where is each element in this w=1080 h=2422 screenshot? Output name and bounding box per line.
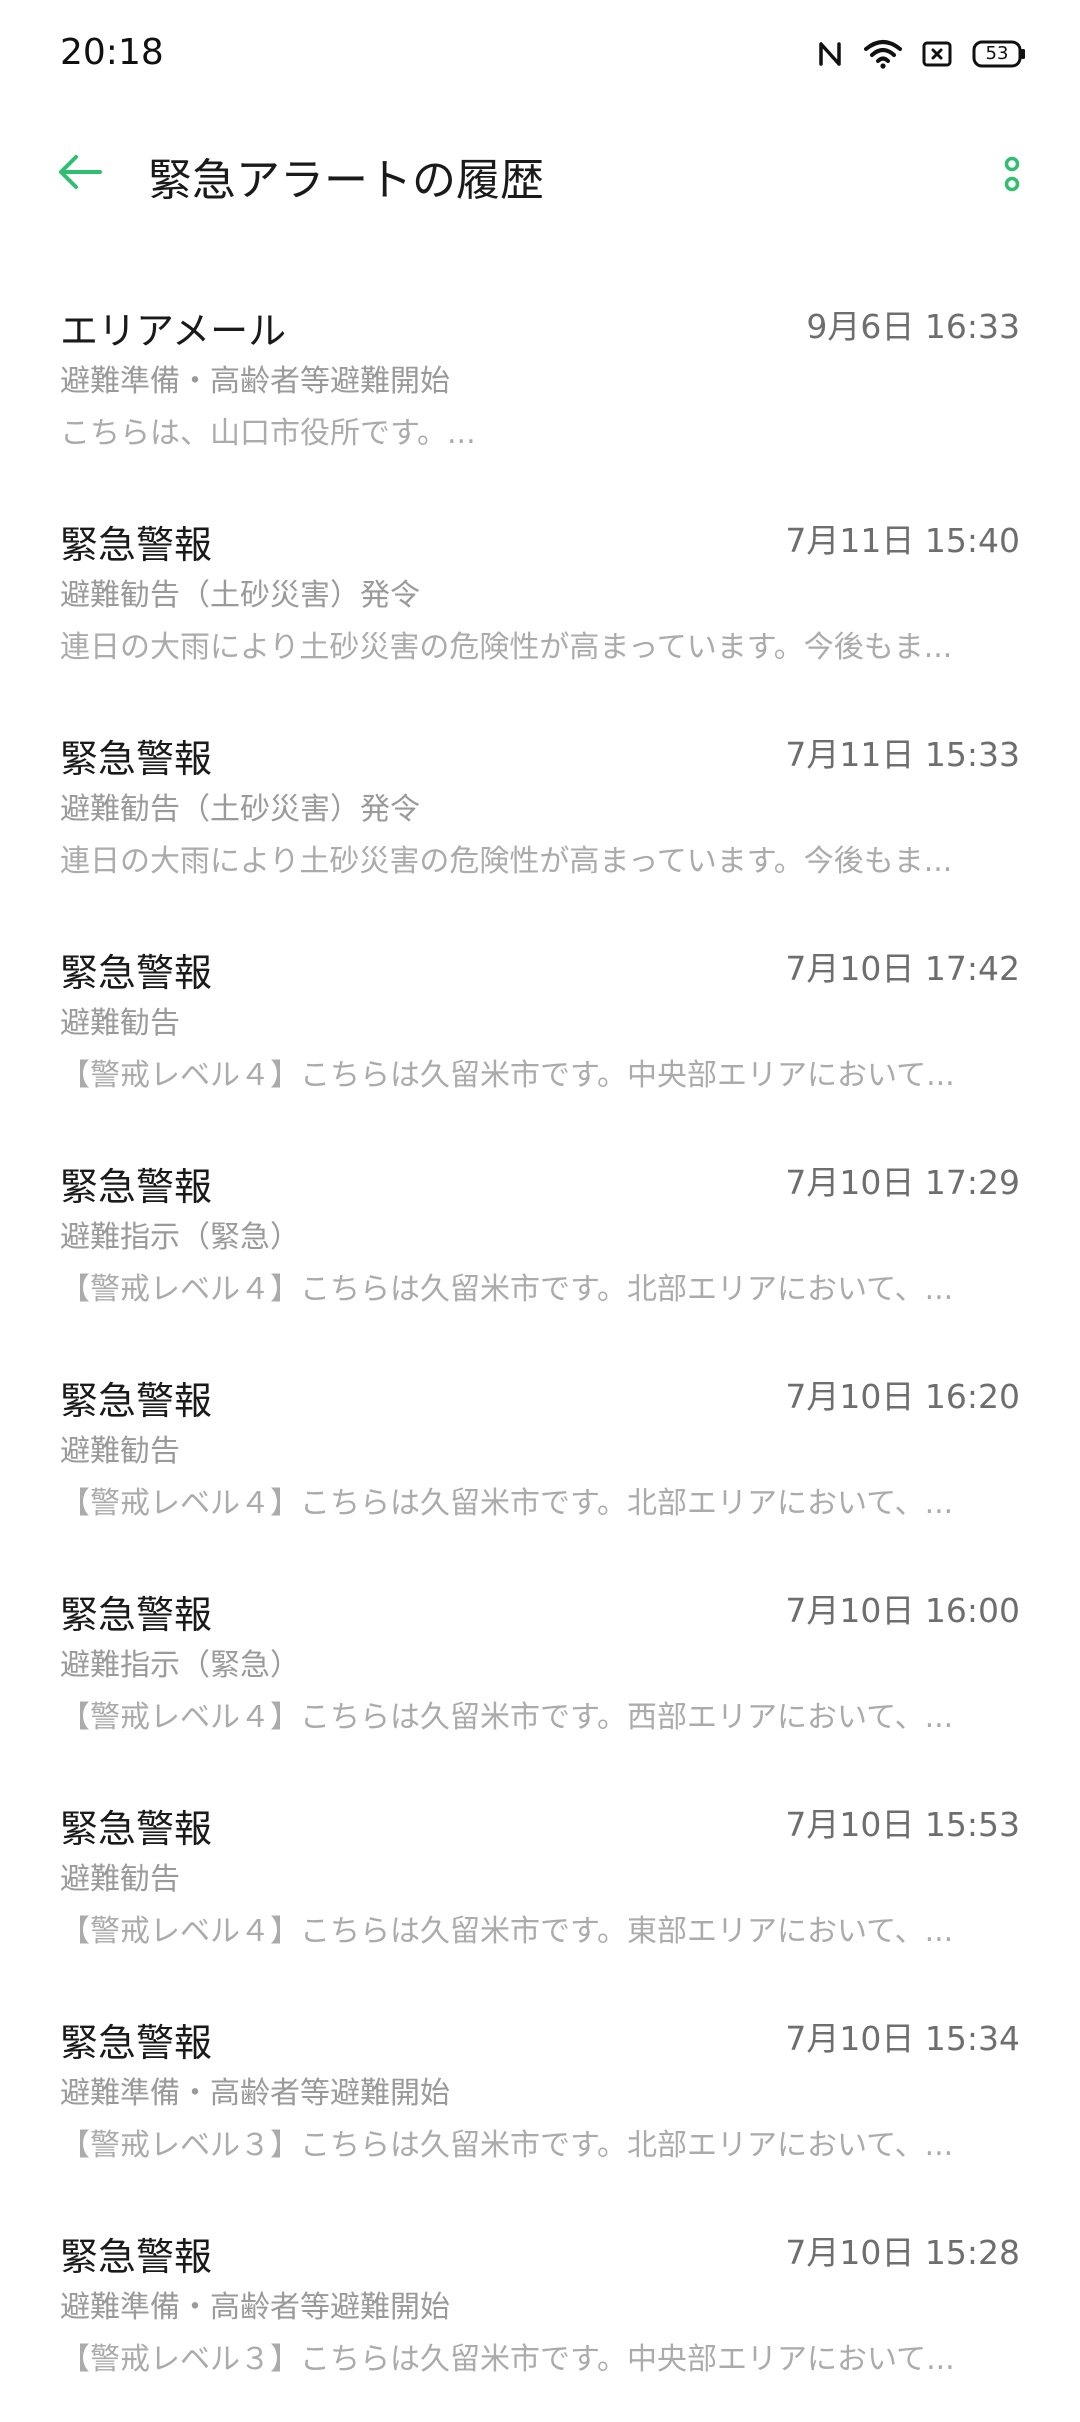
status-icons: 53: [816, 38, 1026, 70]
alert-body: 【警戒レベル４】こちらは久留米市です。西部エリアにおいて、...: [60, 1700, 954, 1735]
alert-title: 緊急警報: [60, 523, 213, 567]
alert-subtitle: 避難勧告（土砂災害）発令: [60, 792, 420, 827]
alert-title: 緊急警報: [60, 2021, 213, 2065]
alert-subtitle: 避難準備・高齢者等避難開始: [60, 2290, 450, 2325]
alert-item[interactable]: 緊急警報 7月10日 17:42 避難勧告 【警戒レベル４】こちらは久留米市です…: [0, 924, 1080, 1138]
alert-title: 緊急警報: [60, 1807, 213, 1851]
alert-subtitle: 避難準備・高齢者等避難開始: [60, 364, 450, 399]
alert-title: 緊急警報: [60, 1593, 213, 1637]
alert-body: こちらは、山口市役所です。...: [60, 416, 476, 451]
status-bar: 20:18 53: [0, 0, 1080, 110]
alert-body: 【警戒レベル４】こちらは久留米市です。東部エリアにおいて、...: [60, 1914, 954, 1949]
alert-item[interactable]: 緊急警報 7月10日 17:29 避難指示（緊急） 【警戒レベル４】こちらは久留…: [0, 1138, 1080, 1352]
alert-title: エリアメール: [60, 309, 287, 353]
alert-subtitle: 避難勧告（土砂災害）発令: [60, 578, 420, 613]
alert-time: 7月10日 17:29: [785, 1163, 1020, 1202]
battery-icon: 53: [972, 39, 1026, 69]
alert-item[interactable]: 緊急警報 7月10日 16:20 避難勧告 【警戒レベル４】こちらは久留米市です…: [0, 1352, 1080, 1566]
alert-body: 【警戒レベル４】こちらは久留米市です。中央部エリアにおいて...: [60, 1058, 955, 1093]
alert-list: エリアメール 9月6日 16:33 避難準備・高齢者等避難開始 こちらは、山口市…: [0, 282, 1080, 2422]
alert-time: 7月10日 16:00: [785, 1591, 1020, 1630]
alert-title: 緊急警報: [60, 737, 213, 781]
alert-item[interactable]: エリアメール 9月6日 16:33 避難準備・高齢者等避難開始 こちらは、山口市…: [0, 282, 1080, 496]
alert-body: 連日の大雨により土砂災害の危険性が高まっています。今後もま...: [60, 844, 953, 879]
alert-time: 7月11日 15:33: [785, 735, 1020, 774]
alert-subtitle: 避難指示（緊急）: [60, 1220, 300, 1255]
alert-body: 【警戒レベル３】こちらは久留米市です。中央部エリアにおいて...: [60, 2342, 955, 2377]
alert-item[interactable]: 緊急警報 7月10日 15:28 避難準備・高齢者等避難開始 【警戒レベル３】こ…: [0, 2208, 1080, 2422]
nfc-icon: [816, 38, 844, 70]
alert-time: 9月6日 16:33: [806, 307, 1020, 346]
alert-time: 7月10日 15:28: [785, 2233, 1020, 2272]
alert-title: 緊急警報: [60, 2235, 213, 2279]
wifi-icon: [864, 39, 902, 69]
alert-subtitle: 避難指示（緊急）: [60, 1648, 300, 1683]
sim-icon: [922, 41, 952, 67]
alert-item[interactable]: 緊急警報 7月11日 15:33 避難勧告（土砂災害）発令 連日の大雨により土砂…: [0, 710, 1080, 924]
alert-body: 【警戒レベル４】こちらは久留米市です。北部エリアにおいて、...: [60, 1486, 954, 1521]
alert-item[interactable]: 緊急警報 7月10日 16:00 避難指示（緊急） 【警戒レベル４】こちらは久留…: [0, 1566, 1080, 1780]
alert-time: 7月11日 15:40: [785, 521, 1020, 560]
alert-time: 7月10日 15:34: [785, 2019, 1020, 2058]
alert-time: 7月10日 15:53: [785, 1805, 1020, 1844]
alert-body: 連日の大雨により土砂災害の危険性が高まっています。今後もま...: [60, 630, 953, 665]
back-button[interactable]: [48, 142, 112, 206]
alert-title: 緊急警報: [60, 1165, 213, 1209]
alert-subtitle: 避難勧告: [60, 1862, 180, 1897]
alert-item[interactable]: 緊急警報 7月10日 15:34 避難準備・高齢者等避難開始 【警戒レベル３】こ…: [0, 1994, 1080, 2208]
more-vertical-icon: [1002, 152, 1022, 200]
alert-title: 緊急警報: [60, 951, 213, 995]
alert-body: 【警戒レベル４】こちらは久留米市です。北部エリアにおいて、...: [60, 1272, 954, 1307]
app-bar: 緊急アラートの履歴: [0, 120, 1080, 230]
alert-subtitle: 避難勧告: [60, 1006, 180, 1041]
alert-time: 7月10日 16:20: [785, 1377, 1020, 1416]
alert-subtitle: 避難準備・高齢者等避難開始: [60, 2076, 450, 2111]
alert-body: 【警戒レベル３】こちらは久留米市です。北部エリアにおいて、...: [60, 2128, 954, 2163]
alert-item[interactable]: 緊急警報 7月11日 15:40 避難勧告（土砂災害）発令 連日の大雨により土砂…: [0, 496, 1080, 710]
page-title: 緊急アラートの履歴: [148, 155, 544, 206]
alert-time: 7月10日 17:42: [785, 949, 1020, 988]
alert-subtitle: 避難勧告: [60, 1434, 180, 1469]
status-time: 20:18: [60, 32, 164, 73]
arrow-left-icon: [56, 152, 104, 196]
more-options-button[interactable]: [984, 144, 1040, 208]
battery-level: 53: [985, 43, 1009, 64]
alert-title: 緊急警報: [60, 1379, 213, 1423]
alert-item[interactable]: 緊急警報 7月10日 15:53 避難勧告 【警戒レベル４】こちらは久留米市です…: [0, 1780, 1080, 1994]
